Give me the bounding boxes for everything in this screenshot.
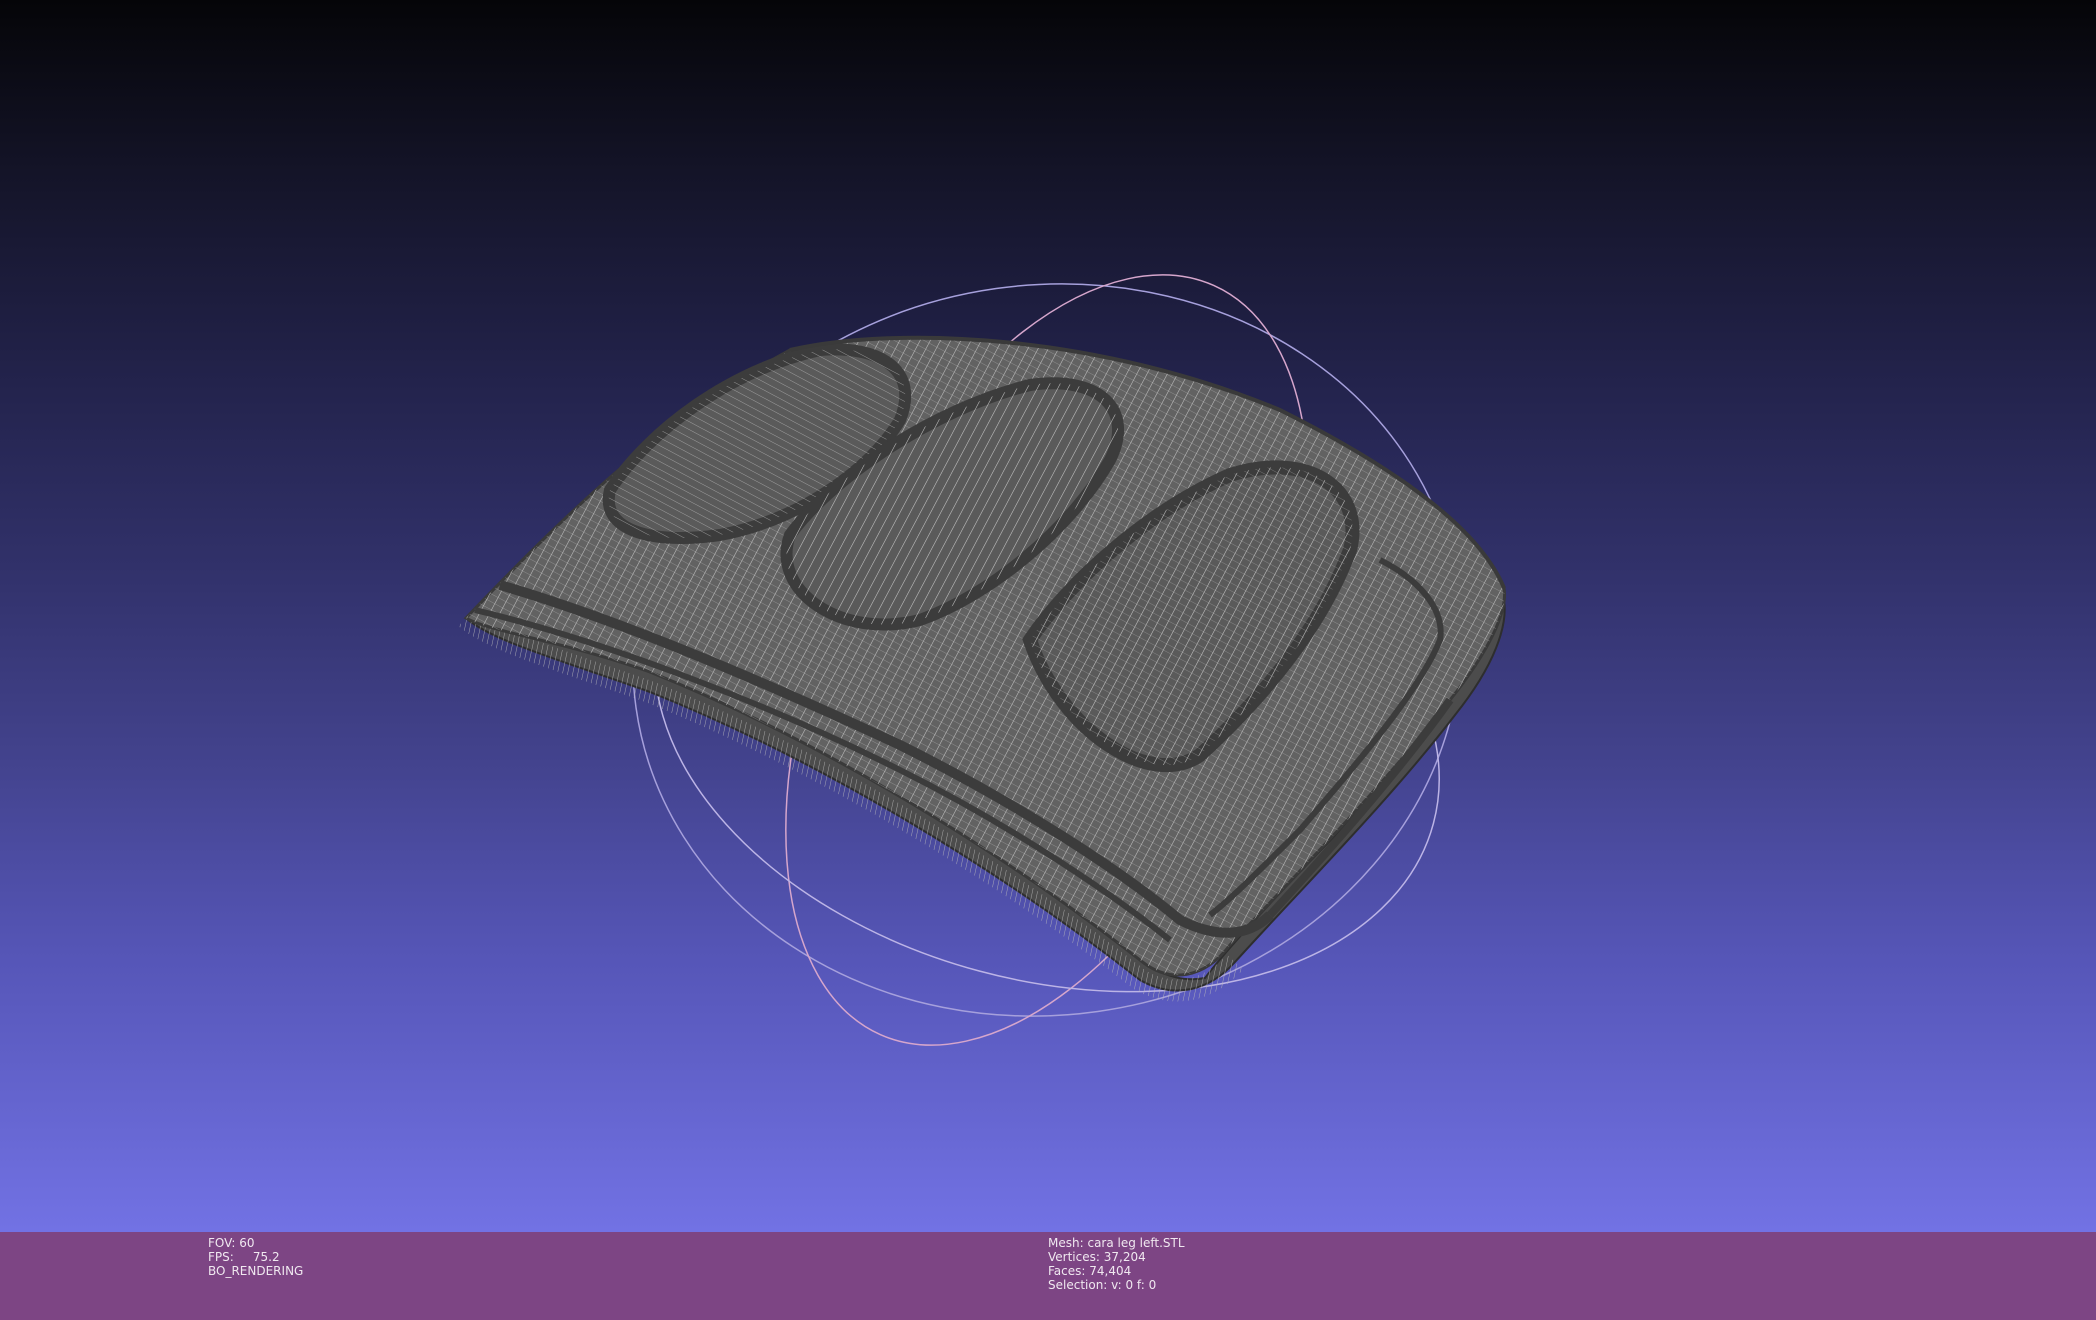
- view-info: FOV: 60 FPS: 75.2 BO_RENDERING: [208, 1236, 303, 1278]
- fps-readout: FPS: 75.2: [208, 1250, 303, 1264]
- status-bar: FOV: 60 FPS: 75.2 BO_RENDERING Mesh: car…: [0, 1232, 2096, 1320]
- selection-value: v: 0 f: 0: [1111, 1278, 1157, 1292]
- selection-readout: Selection: v: 0 f: 0: [1048, 1278, 1185, 1292]
- fov-label: FOV:: [208, 1236, 236, 1250]
- fov-value: 60: [239, 1236, 255, 1250]
- fov-readout: FOV: 60: [208, 1236, 303, 1250]
- fps-value: 75.2: [252, 1250, 280, 1264]
- meshlab-window: FOV: 60 FPS: 75.2 BO_RENDERING Mesh: car…: [0, 0, 2096, 1320]
- render-mode: BO_RENDERING: [208, 1264, 304, 1278]
- mesh-info: Mesh: cara leg left.STL Vertices: 37,204…: [1048, 1236, 1185, 1292]
- vertices-label: Vertices:: [1048, 1250, 1100, 1264]
- 3d-viewport[interactable]: [0, 0, 2096, 1232]
- mesh-name: cara leg left.STL: [1087, 1236, 1185, 1250]
- faces-value: 74,404: [1089, 1264, 1132, 1278]
- mesh-render: [458, 274, 1507, 1046]
- faces-readout: Faces: 74,404: [1048, 1264, 1185, 1278]
- selection-label: Selection:: [1048, 1278, 1108, 1292]
- faces-label: Faces:: [1048, 1264, 1086, 1278]
- fps-label: FPS:: [208, 1250, 234, 1264]
- mesh-name-readout: Mesh: cara leg left.STL: [1048, 1236, 1185, 1250]
- vertices-value: 37,204: [1103, 1250, 1146, 1264]
- mesh-label: Mesh:: [1048, 1236, 1084, 1250]
- vertices-readout: Vertices: 37,204: [1048, 1250, 1185, 1264]
